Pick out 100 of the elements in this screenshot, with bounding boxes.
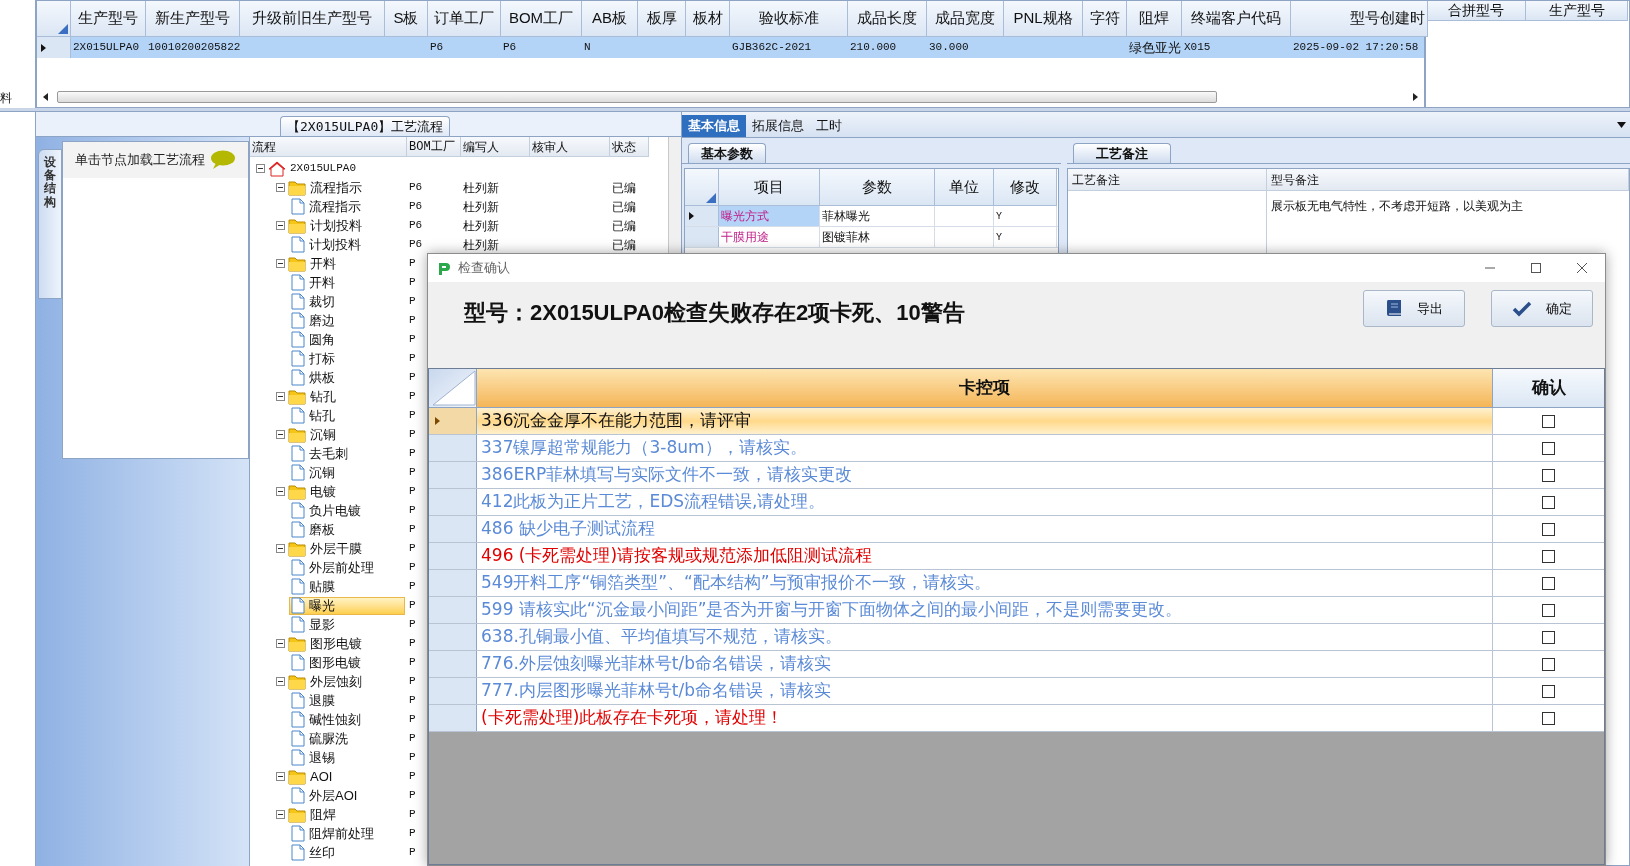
checkbox[interactable] <box>1542 495 1555 509</box>
column-header[interactable]: 板厚 <box>638 1 686 37</box>
scrollbar-thumb[interactable] <box>57 91 1217 103</box>
column-header[interactable]: 新生产型号 <box>146 1 240 37</box>
vertical-tab[interactable]: 设备结构 <box>38 149 62 299</box>
column-header[interactable]: AB板 <box>582 1 638 37</box>
checkbox[interactable] <box>1542 711 1555 725</box>
tree-item[interactable]: 外层蚀刻 <box>310 672 362 691</box>
tree-item[interactable]: 硫脲洗 <box>289 729 405 748</box>
column-header[interactable]: 终端客户代码 <box>1182 1 1291 37</box>
column-header[interactable]: 阻焊 <box>1127 1 1182 37</box>
column-header[interactable]: BOM工厂 <box>501 1 582 37</box>
collapse-icon[interactable] <box>276 392 285 401</box>
tree-item[interactable]: 流程指示 <box>289 197 405 216</box>
column-header[interactable]: 生产型号 <box>71 1 146 37</box>
tree-item[interactable]: 裁切 <box>289 292 405 311</box>
column-header[interactable]: 参数 <box>820 169 935 206</box>
collapse-icon[interactable] <box>276 430 285 439</box>
tree-item[interactable]: 阻焊 <box>310 805 336 824</box>
tree-item[interactable]: 沉铜 <box>310 425 336 444</box>
collapse-icon[interactable] <box>276 221 285 230</box>
column-header[interactable]: 状态 <box>610 137 649 157</box>
collapse-icon[interactable] <box>276 810 285 819</box>
tree-item[interactable]: 沉铜 <box>289 463 405 482</box>
tree-item[interactable]: 显影 <box>289 615 405 634</box>
tree-item[interactable]: 钻孔 <box>289 406 405 425</box>
column-header[interactable]: 板材 <box>686 1 730 37</box>
tree-item[interactable]: 丝印 <box>289 843 405 862</box>
column-header[interactable]: 验收标准 <box>730 1 848 37</box>
panel-tab[interactable]: 【2X015ULPA0】工艺流程 <box>280 116 451 136</box>
tree-item[interactable]: 圆角 <box>289 330 405 349</box>
column-header[interactable]: 确认 <box>1493 369 1604 408</box>
checkbox[interactable] <box>1542 576 1555 590</box>
column-header[interactable]: 字符 <box>1083 1 1127 37</box>
column-header[interactable]: 工艺备注 <box>1068 169 1267 191</box>
column-header[interactable]: PNL规格 <box>1004 1 1083 37</box>
collapse-icon[interactable] <box>276 487 285 496</box>
column-header[interactable]: 成品宽度 <box>927 1 1004 37</box>
column-header[interactable]: S板 <box>385 1 428 37</box>
checkbox[interactable] <box>1542 657 1555 671</box>
tree-item[interactable]: 图形电镀 <box>310 634 362 653</box>
tree-item[interactable]: 计划投料 <box>310 216 362 235</box>
tree-item[interactable]: 去毛刺 <box>289 444 405 463</box>
checkbox[interactable] <box>1542 441 1555 455</box>
column-header[interactable]: 合拼型号 <box>1426 1 1526 21</box>
collapse-icon[interactable] <box>276 639 285 648</box>
tree-item[interactable]: 贴膜 <box>289 577 405 596</box>
tree-item[interactable]: 退锡 <box>289 748 405 767</box>
column-header[interactable]: 型号创建时 <box>1291 1 1428 37</box>
tree-item[interactable]: 流程指示 <box>310 178 362 197</box>
collapse-icon[interactable] <box>276 677 285 686</box>
tab[interactable]: 拓展信息 <box>746 115 810 137</box>
panel-tab[interactable]: 基本参数 <box>688 143 766 163</box>
checkbox[interactable] <box>1542 522 1555 536</box>
tree-item[interactable]: 外层AOI <box>289 786 405 805</box>
checkbox[interactable] <box>1542 684 1555 698</box>
tree-item[interactable]: 外层干膜 <box>310 539 362 558</box>
checkbox[interactable] <box>1542 414 1555 428</box>
column-header[interactable]: BOM工厂 <box>407 137 461 157</box>
column-header[interactable]: 编写人 <box>461 137 530 157</box>
dialog-button[interactable]: 导出 <box>1363 290 1465 327</box>
tree-item[interactable]: 退膜 <box>289 691 405 710</box>
tree-item[interactable]: 磨板 <box>289 520 405 539</box>
tab[interactable]: 基本信息 <box>682 115 746 137</box>
tree-item[interactable]: 打标 <box>289 349 405 368</box>
column-header[interactable]: 订单工厂 <box>428 1 501 37</box>
column-header[interactable]: 项目 <box>719 169 820 206</box>
tree-item[interactable]: 2X015ULPA0 <box>290 160 356 177</box>
column-header[interactable]: 型号备注 <box>1267 169 1629 191</box>
tree-item[interactable]: 曝光 <box>289 596 405 615</box>
checkbox[interactable] <box>1542 630 1555 644</box>
tree-item[interactable]: 计划投料 <box>289 235 405 254</box>
tree-item[interactable]: 阻焊前处理 <box>289 824 405 843</box>
column-header[interactable]: 修改 <box>994 169 1057 206</box>
tree-item[interactable]: AOI <box>310 767 333 786</box>
table-row[interactable]: 2X015ULPA0 10010200205822 P6 P6 N GJB362C-2021 210.000 30.000 绿色亚光 X015 2025-09-02 17:20:58 <box>37 37 1424 58</box>
collapse-icon[interactable] <box>276 772 285 781</box>
tree-item[interactable]: 外层前处理 <box>289 558 405 577</box>
column-header[interactable]: 核审人 <box>530 137 610 157</box>
dialog-button[interactable]: 确定 <box>1491 290 1593 327</box>
column-header[interactable]: 生产型号 <box>1526 1 1628 21</box>
panel-tab[interactable]: 工艺备注 <box>1073 143 1171 163</box>
checkbox[interactable] <box>1542 468 1555 482</box>
checkbox[interactable] <box>1542 603 1555 617</box>
dropdown-icon[interactable] <box>1617 122 1626 128</box>
tree-item[interactable]: 开料 <box>310 254 336 273</box>
collapse-icon[interactable] <box>276 544 285 553</box>
column-header[interactable]: 流程 <box>250 137 407 157</box>
collapse-icon[interactable] <box>276 259 285 268</box>
checkbox[interactable] <box>1542 549 1555 563</box>
column-header[interactable]: 单位 <box>935 169 994 206</box>
collapse-icon[interactable] <box>276 183 285 192</box>
column-header[interactable]: 成品长度 <box>848 1 927 37</box>
tree-item[interactable]: 钻孔 <box>310 387 336 406</box>
collapse-icon[interactable] <box>256 164 265 173</box>
tree-item[interactable]: 烘板 <box>289 368 405 387</box>
tree-item[interactable]: 磨边 <box>289 311 405 330</box>
tree-item[interactable]: 负片电镀 <box>289 501 405 520</box>
tree-item[interactable]: 图形电镀 <box>289 653 405 672</box>
column-header[interactable]: 卡控项 <box>477 369 1493 408</box>
